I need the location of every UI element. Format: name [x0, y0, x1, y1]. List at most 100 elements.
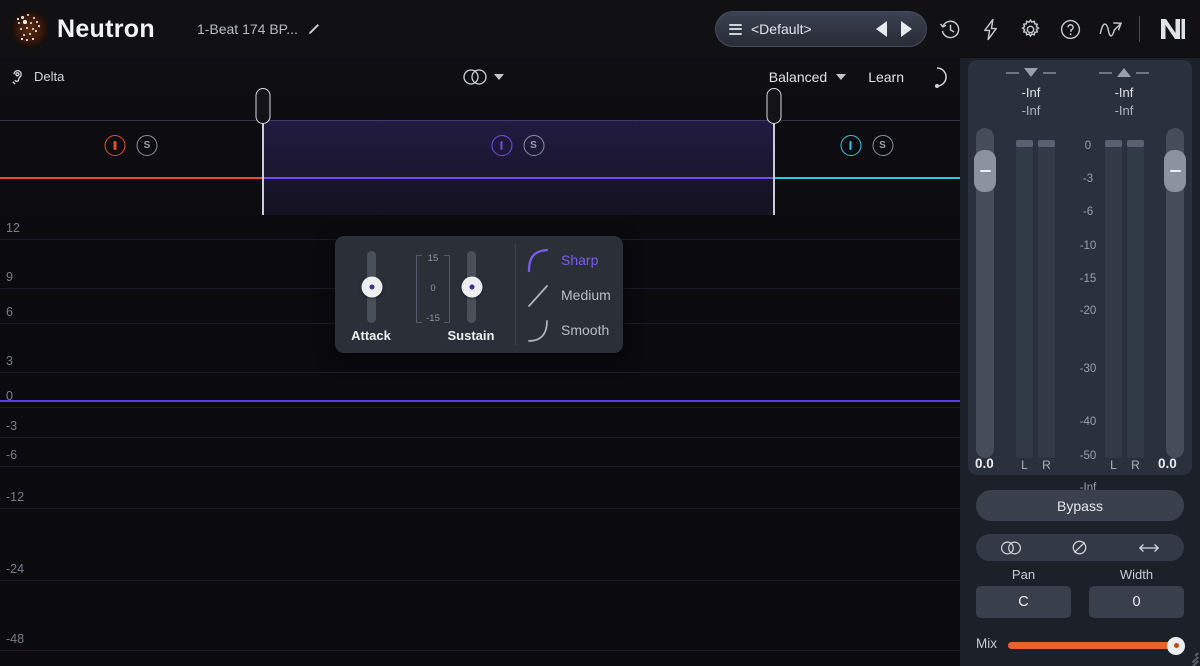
- band-3-controls: S: [840, 135, 893, 156]
- triangle-left-icon[interactable]: [876, 21, 887, 37]
- subbar-right-group: Balanced Learn: [769, 66, 948, 88]
- app-logo: Neutron: [12, 11, 155, 47]
- band-3-power-button[interactable]: [840, 135, 861, 156]
- detection-mode-selector[interactable]: Balanced: [769, 69, 847, 85]
- input-peak-value: -Inf: [1021, 85, 1041, 100]
- attack-slider[interactable]: [361, 251, 382, 323]
- gear-icon[interactable]: [1013, 12, 1047, 46]
- peak-cap: [1105, 140, 1122, 147]
- graph-gridline: [0, 508, 960, 509]
- mix-slider[interactable]: [1008, 636, 1185, 655]
- phase-invert-icon: [1073, 540, 1087, 555]
- graph-y-label: 12: [6, 221, 20, 235]
- input-fader-thumb[interactable]: [974, 150, 996, 192]
- stereo-link-icon: [1000, 541, 1021, 554]
- graph-y-label: 6: [6, 305, 13, 319]
- graph-y-label: 9: [6, 270, 13, 284]
- shape-option-medium[interactable]: Medium: [526, 280, 623, 310]
- pan-label: Pan: [1011, 567, 1036, 582]
- width-arrows-icon: [1139, 543, 1160, 552]
- band-3-gain-line[interactable]: [773, 177, 960, 179]
- output-fader[interactable]: [1164, 128, 1186, 458]
- output-peak-value: -Inf: [1114, 85, 1134, 100]
- delta-label: Delta: [34, 69, 65, 84]
- stereo-mode-bar: [976, 534, 1184, 561]
- curve-sharp-icon: [527, 248, 549, 272]
- chevron-down-icon: [494, 73, 504, 80]
- chevron-down-icon: [836, 73, 847, 80]
- output-fader-thumb[interactable]: [1164, 150, 1186, 192]
- triangle-right-icon[interactable]: [901, 21, 912, 37]
- band-1-power-button[interactable]: [104, 135, 126, 156]
- output-meter-r: [1127, 140, 1144, 458]
- mix-slider-knob[interactable]: [1167, 636, 1185, 655]
- resize-grip-icon[interactable]: [1184, 650, 1199, 666]
- input-fader[interactable]: [974, 128, 996, 458]
- preset-value: <Default>: [751, 21, 812, 37]
- learn-button[interactable]: Learn: [868, 69, 904, 85]
- db-tick: -10: [1079, 240, 1097, 252]
- graph-gridline: [0, 437, 960, 438]
- crossover-handle-2[interactable]: [766, 88, 782, 215]
- crossover-handle-1-grip[interactable]: [255, 88, 271, 124]
- scale-bottom-value: -15: [426, 313, 440, 324]
- band-header-zone: SSS: [0, 88, 960, 215]
- band-2-solo-button[interactable]: S: [523, 135, 544, 156]
- graph-gridline: [0, 407, 960, 408]
- scale-mid-value: 0: [430, 283, 436, 294]
- shape-label: Sharp: [561, 251, 599, 268]
- stereo-mode-selector[interactable]: [462, 68, 504, 86]
- meter-section: -Inf -Inf -Inf -Inf 0 -3 -6 -10 -15 -20 …: [968, 60, 1192, 494]
- bypass-button[interactable]: Bypass: [976, 490, 1184, 521]
- stereo-link-button[interactable]: [976, 540, 1045, 556]
- phase-invert-button[interactable]: [1045, 539, 1114, 556]
- input-gain-value[interactable]: 0.0: [975, 456, 994, 471]
- power-icon: [113, 141, 117, 150]
- input-rms-value: -Inf: [1021, 103, 1041, 118]
- sustain-slider-thumb[interactable]: [461, 276, 482, 298]
- width-button[interactable]: [1115, 542, 1184, 554]
- band-1-solo-button[interactable]: S: [136, 135, 158, 156]
- help-icon[interactable]: [1053, 12, 1087, 46]
- input-channel-l: L: [1021, 458, 1028, 472]
- shape-option-sharp[interactable]: Sharp: [526, 245, 623, 275]
- preset-selector[interactable]: <Default>: [715, 11, 927, 47]
- crossover-handle-1[interactable]: [255, 88, 271, 215]
- list-menu-icon[interactable]: [729, 23, 742, 35]
- band-2-power-button[interactable]: [491, 135, 512, 156]
- sustain-slider[interactable]: [461, 251, 482, 323]
- shape-options: Sharp Medium Smooth: [516, 236, 623, 353]
- crossover-handle-2-grip[interactable]: [766, 88, 782, 124]
- mix-label: Mix: [976, 636, 997, 651]
- native-instruments-logo[interactable]: [1156, 12, 1190, 46]
- attack-slider-thumb[interactable]: [361, 276, 382, 298]
- power-icon: [500, 141, 503, 150]
- band-1-gain-line[interactable]: [0, 177, 262, 179]
- pencil-icon[interactable]: [307, 22, 321, 36]
- shape-option-smooth[interactable]: Smooth: [526, 315, 623, 345]
- db-tick: -50: [1079, 450, 1097, 462]
- waveform-icon[interactable]: [1093, 12, 1127, 46]
- db-tick: -6: [1082, 206, 1094, 218]
- shape-label: Medium: [561, 286, 611, 303]
- output-arrow-row: [1086, 68, 1162, 77]
- pan-value-box[interactable]: C: [976, 586, 1071, 618]
- delta-button[interactable]: Delta: [10, 69, 64, 85]
- input-arrow-row: [993, 68, 1069, 77]
- output-channel-l: L: [1110, 458, 1117, 472]
- band-3-solo-button[interactable]: S: [872, 135, 893, 156]
- peak-cap: [1016, 140, 1033, 147]
- graph-y-label: -6: [6, 448, 18, 462]
- power-icon: [849, 141, 852, 150]
- input-channel-r: R: [1042, 458, 1051, 472]
- band-2-gain-line[interactable]: [262, 177, 773, 179]
- output-gain-value[interactable]: 0.0: [1158, 456, 1177, 471]
- graph-gridline: [0, 650, 960, 651]
- input-readout: -Inf -Inf: [1001, 84, 1061, 120]
- app-title: Neutron: [57, 14, 155, 43]
- preset-name-display[interactable]: 1-Beat 174 BP...: [197, 21, 321, 37]
- width-value-box[interactable]: 0: [1089, 586, 1184, 618]
- bolt-icon[interactable]: [973, 12, 1007, 46]
- circular-progress-icon[interactable]: [926, 66, 948, 88]
- history-icon[interactable]: [933, 12, 967, 46]
